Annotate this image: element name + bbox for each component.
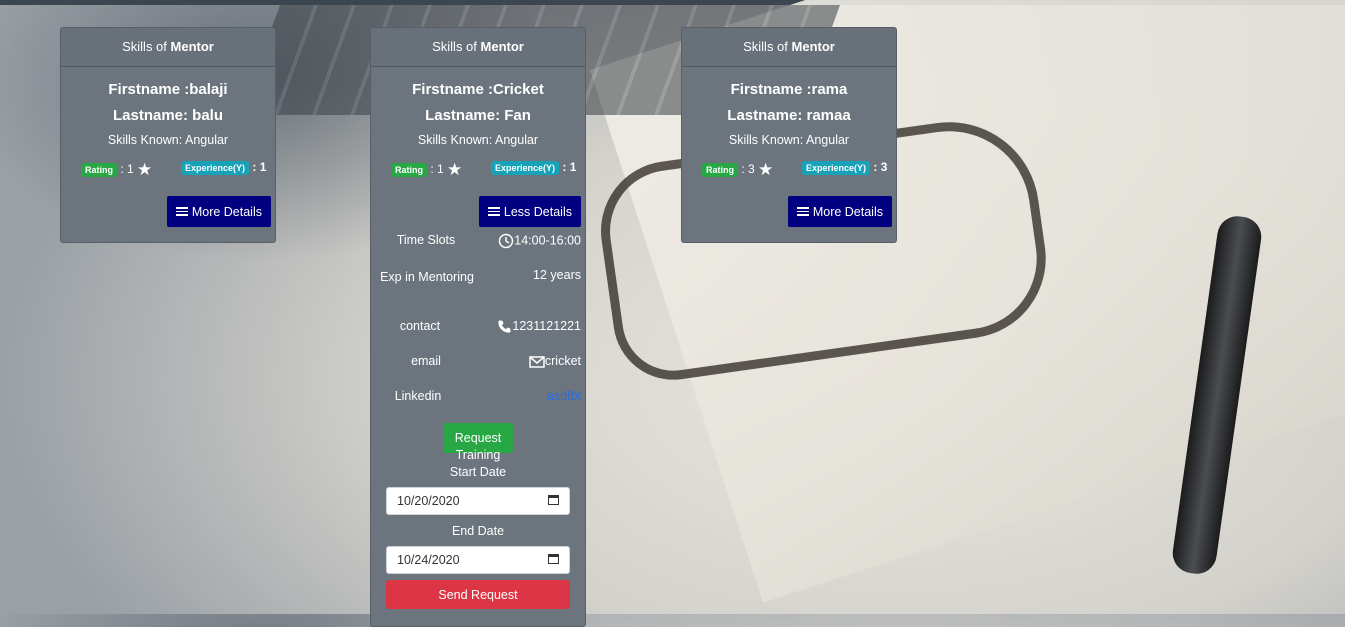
experience: Experience(Y) : 1 — [491, 160, 576, 175]
card-header-prefix: Skills of — [122, 39, 167, 54]
experience: Experience(Y) : 3 — [802, 160, 887, 175]
star-icon: ★ — [137, 160, 153, 179]
experience: Experience(Y) : 1 — [181, 160, 266, 175]
experience-value: : 1 — [252, 160, 267, 174]
mentor-skills: Skills Known: Angular — [107, 133, 229, 147]
rating-value: : 1 — [430, 162, 444, 177]
card-header-prefix: Skills of — [743, 39, 788, 54]
contact-value-wrap: 1231121221 — [497, 319, 581, 334]
mentor-firstname: Firstname :rama — [730, 81, 848, 98]
exp-mentoring-label: Exp in Mentoring — [380, 270, 474, 284]
rating-badge: Rating — [81, 163, 117, 177]
time-slots-row: Time Slots 14:00-16:00 — [371, 233, 585, 253]
mentor-card: Skills of Mentor Firstname :rama Lastnam… — [681, 27, 897, 243]
mentor-card: Skills of Mentor Firstname :balaji Lastn… — [60, 27, 276, 243]
rating-badge: Rating — [391, 163, 427, 177]
card-header: Skills of Mentor — [371, 28, 585, 67]
details-button-label: More Details — [812, 204, 883, 219]
star-icon: ★ — [758, 160, 774, 179]
email-row: email cricket — [371, 354, 585, 374]
linkedin-label: Linkedin — [394, 389, 442, 403]
linkedin-row: Linkedin asdfbt — [371, 389, 585, 409]
star-icon: ★ — [447, 160, 463, 179]
calendar-icon[interactable] — [548, 554, 559, 564]
experience-badge: Experience(Y) — [802, 160, 871, 175]
end-date-value: 10/24/2020 — [397, 553, 460, 567]
rating: Rating : 1 ★ — [391, 160, 462, 180]
request-caption: Training — [455, 448, 501, 462]
card-header: Skills of Mentor — [682, 28, 896, 67]
time-slots-value: 14:00-16:00 — [514, 233, 581, 248]
linkedin-link[interactable]: asdfbt — [547, 389, 581, 403]
mentor-skills: Skills Known: Angular — [417, 133, 539, 147]
mentor-lastname: Lastname: ramaa — [727, 107, 851, 124]
rating-badge: Rating — [702, 163, 738, 177]
card-header-prefix: Skills of — [432, 39, 477, 54]
experience-badge: Experience(Y) — [491, 160, 560, 175]
mentor-meta: Rating : 1 ★ Experience(Y) : 1 — [371, 157, 585, 179]
card-header-strong: Mentor — [480, 39, 524, 54]
end-date-label: End Date — [451, 524, 505, 538]
less-details-button[interactable]: Less Details — [478, 196, 581, 227]
experience-value: : 3 — [873, 160, 888, 174]
end-date-input[interactable]: 10/24/2020 — [386, 546, 570, 574]
email-value-wrap: cricket — [529, 354, 581, 369]
mentor-skills: Skills Known: Angular — [728, 133, 850, 147]
more-details-button[interactable]: More Details — [787, 196, 892, 227]
mentor-lastname: Lastname: Fan — [425, 107, 531, 124]
rating: Rating : 1 ★ — [81, 160, 152, 180]
mentor-firstname: Firstname :balaji — [108, 81, 228, 98]
rating: Rating : 3 ★ — [702, 160, 773, 180]
hamburger-icon — [487, 205, 500, 218]
hamburger-icon — [175, 205, 188, 218]
start-date-label: Start Date — [449, 465, 507, 479]
experience-badge: Experience(Y) — [181, 160, 250, 175]
start-date-value: 10/20/2020 — [397, 494, 460, 508]
details-button-label: More Details — [191, 204, 262, 219]
card-header-strong: Mentor — [791, 39, 835, 54]
hamburger-icon — [796, 205, 809, 218]
mentor-meta: Rating : 3 ★ Experience(Y) : 3 — [682, 157, 896, 179]
contact-row: contact 1231121221 — [371, 319, 585, 339]
card-header: Skills of Mentor — [61, 28, 275, 67]
clock-icon — [499, 233, 514, 249]
send-request-button[interactable]: Send Request — [386, 580, 570, 609]
email-value: cricket — [544, 354, 581, 368]
rating-value: : 1 — [120, 162, 134, 177]
calendar-icon[interactable] — [548, 495, 559, 505]
mail-icon — [529, 355, 545, 368]
card-header-strong: Mentor — [170, 39, 214, 54]
experience-value: : 1 — [562, 160, 577, 174]
contact-value: 1231121221 — [512, 319, 581, 333]
more-details-button[interactable]: More Details — [166, 196, 271, 227]
phone-icon — [498, 320, 511, 333]
mentor-lastname: Lastname: balu — [112, 107, 224, 124]
time-slots-label: Time Slots — [396, 233, 456, 247]
details-button-label: Less Details — [503, 204, 572, 219]
time-slots-value-wrap: 14:00-16:00 — [498, 233, 581, 249]
exp-mentoring-row: Exp in Mentoring 12 years — [371, 268, 585, 304]
contact-label: contact — [399, 319, 441, 333]
mentor-firstname: Firstname :Cricket — [412, 81, 544, 98]
mentor-meta: Rating : 1 ★ Experience(Y) : 1 — [61, 157, 275, 179]
mentor-card-expanded: Skills of Mentor Firstname :Cricket Last… — [370, 27, 586, 627]
exp-mentoring-value: 12 years — [533, 268, 581, 282]
start-date-input[interactable]: 10/20/2020 — [386, 487, 570, 515]
email-label: email — [411, 354, 441, 368]
rating-value: : 3 — [741, 162, 755, 177]
